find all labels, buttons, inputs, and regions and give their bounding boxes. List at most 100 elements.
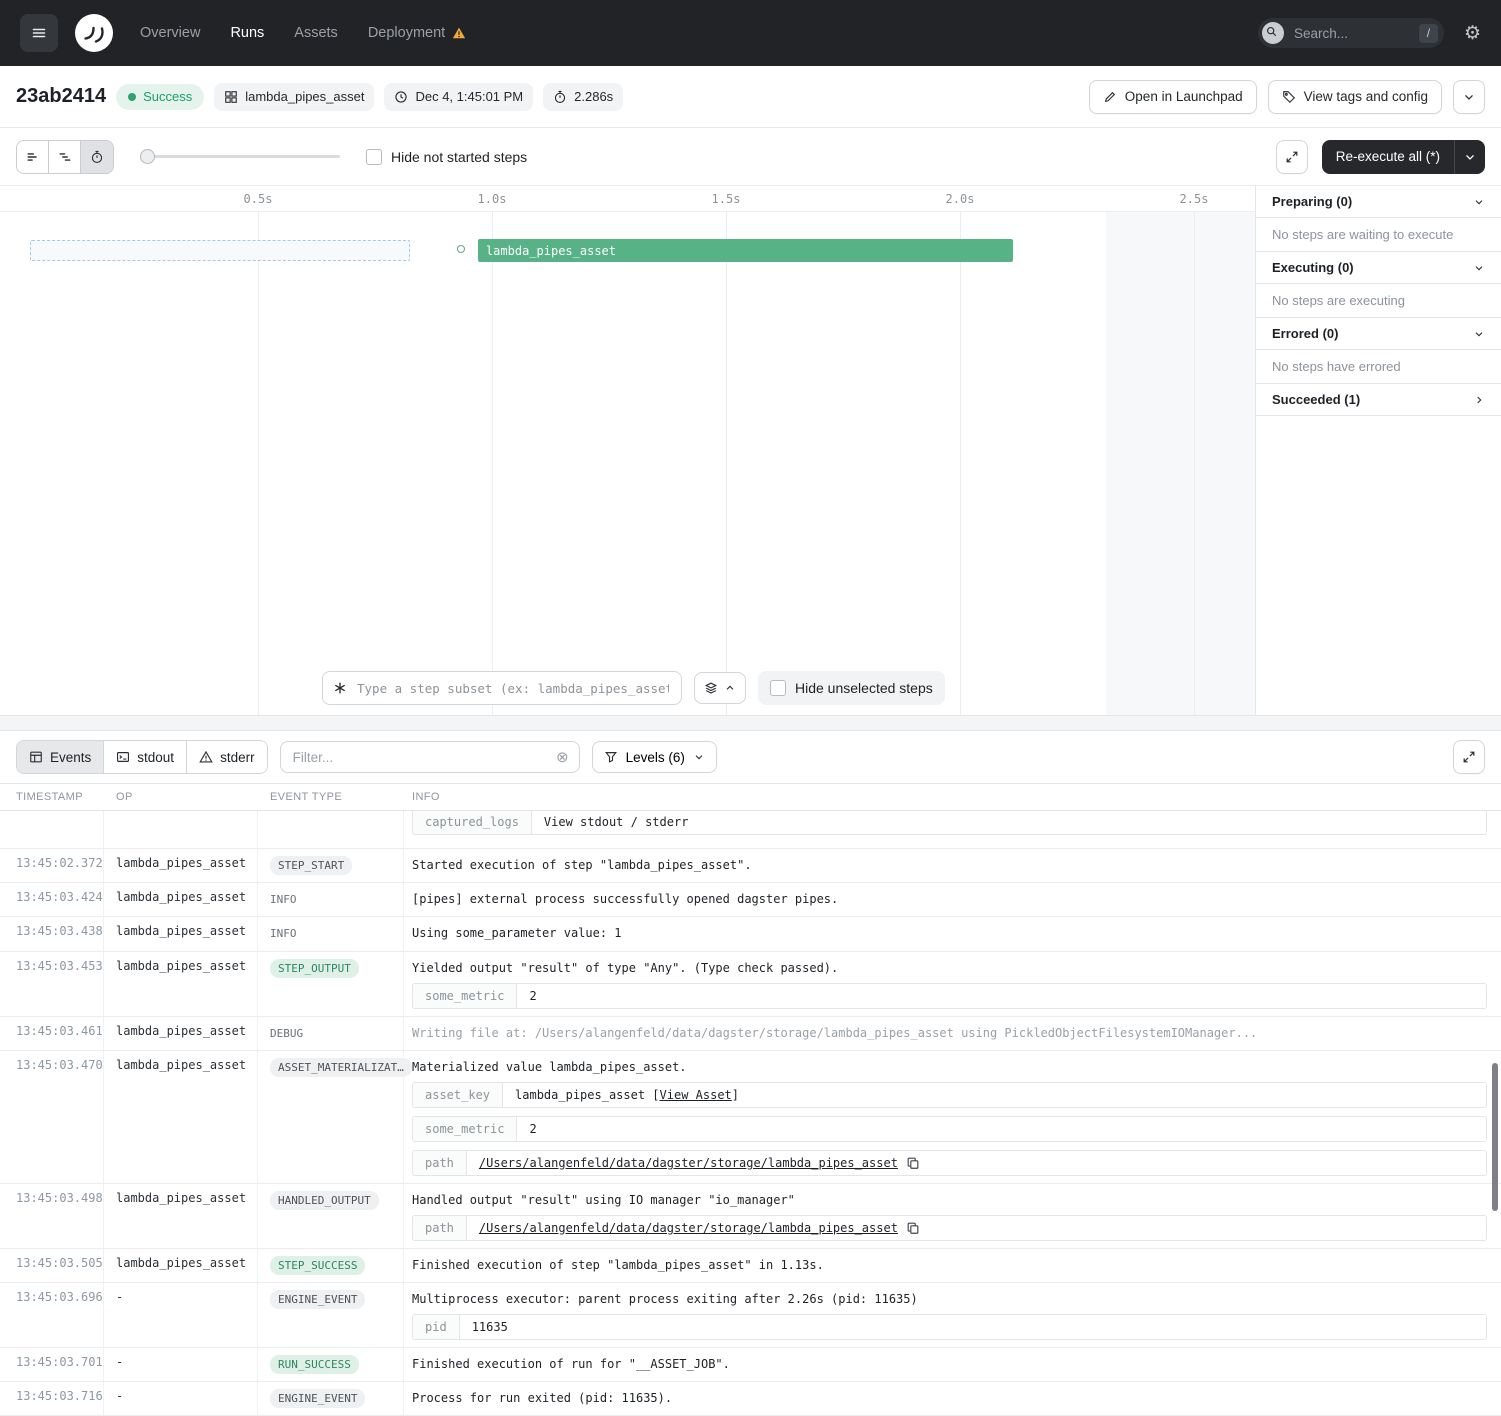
event-type-badge: DEBUG [270, 1024, 303, 1043]
table-row[interactable]: 13:45:03.424lambda_pipes_assetINFO[pipes… [0, 883, 1501, 917]
log-info: Finished execution of run for "__ASSET_J… [404, 1348, 1501, 1381]
run-id: 23ab2414 [16, 85, 106, 108]
table-row[interactable]: 13:45:03.701-RUN_SUCCESSFinished executi… [0, 1348, 1501, 1382]
log-timestamp: 13:45:03.696 [0, 1283, 104, 1347]
nav-item-deployment[interactable]: Deployment [368, 25, 466, 41]
graph-query-toggle-button[interactable] [694, 672, 746, 704]
path-link[interactable]: /Users/alangenfeld/data/dagster/storage/… [479, 1221, 898, 1235]
flat-list-icon [26, 150, 40, 164]
nav-item-overview[interactable]: Overview [140, 25, 200, 41]
table-row[interactable]: 13:45:03.696-ENGINE_EVENT Multiprocess ex… [0, 1283, 1501, 1348]
log-timestamp: 13:45:03.470 [0, 1051, 104, 1183]
log-filter-input[interactable] [291, 749, 548, 766]
nested-list-icon [58, 150, 72, 164]
view-mode-waterfall-button[interactable] [49, 141, 81, 173]
table-row[interactable]: 13:45:03.498lambda_pipes_assetHANDLED_OU… [0, 1184, 1501, 1249]
status-dot-icon [128, 93, 136, 101]
sidebar-section-header-3[interactable]: Succeeded (1) [1256, 384, 1501, 416]
log-timestamp: 13:45:03.438 [0, 917, 104, 950]
chevron-down-icon [1463, 150, 1477, 164]
table-row[interactable]: 13:45:02.372lambda_pipes_assetSTEP_START… [0, 849, 1501, 883]
log-message: Finished execution of run for "__ASSET_J… [412, 1357, 1487, 1371]
hide-unselected-checkbox[interactable] [770, 680, 786, 696]
table-row[interactable]: 13:45:03.461lambda_pipes_assetDEBUGWriti… [0, 1017, 1501, 1051]
logs-fullscreen-button[interactable] [1453, 740, 1485, 774]
zoom-slider-track [140, 155, 340, 158]
menu-button[interactable] [20, 14, 58, 52]
open-launchpad-button[interactable]: Open in Launchpad [1089, 80, 1257, 114]
sidebar-section-header-2[interactable]: Errored (0) [1256, 318, 1501, 350]
step-subset-inputbox[interactable] [322, 671, 682, 705]
expand-icon [1285, 150, 1299, 164]
sidebar-section-header-1[interactable]: Executing (0) [1256, 252, 1501, 284]
reexecute-dropdown-toggle[interactable] [1455, 150, 1485, 164]
zoom-slider[interactable] [140, 149, 340, 165]
after-run-region [1106, 212, 1255, 715]
table-row[interactable]: 13:45:03.453lambda_pipes_assetSTEP_OUTPU… [0, 952, 1501, 1017]
warning-icon [199, 750, 213, 764]
view-mode-segmented [16, 140, 114, 174]
metadata-label: pid [413, 1315, 460, 1339]
metadata-tag: asset_keylambda_pipes_asset [View Asset] [412, 1082, 1487, 1108]
search-input[interactable] [1292, 25, 1411, 42]
table-row[interactable]: 13:45:03.470lambda_pipes_assetASSET_MATE… [0, 1051, 1501, 1184]
step-subset-input[interactable] [355, 680, 671, 697]
log-timestamp: 13:45:03.461 [0, 1017, 104, 1050]
log-filter-box[interactable]: ⊗ [280, 741, 580, 773]
log-event-type: ENGINE_EVENT [258, 1283, 404, 1347]
view-asset-link[interactable]: View Asset [660, 1088, 732, 1102]
table-row[interactable]: captured_logsView stdout / stderr [0, 811, 1501, 849]
log-message: Multiprocess executor: parent process ex… [412, 1292, 1487, 1306]
zoom-slider-knob[interactable] [140, 149, 155, 164]
copy-icon[interactable] [906, 1156, 920, 1170]
tab-stderr[interactable]: stderr [187, 741, 267, 773]
asset-chip[interactable]: lambda_pipes_asset [214, 83, 374, 111]
log-event-type: STEP_OUTPUT [258, 952, 404, 1016]
hide-not-started-checkbox[interactable] [366, 149, 382, 165]
sidebar-section-body: No steps are executing [1256, 284, 1501, 318]
gantt-fullscreen-button[interactable] [1276, 140, 1308, 174]
log-timestamp: 13:45:03.716 [0, 1382, 104, 1415]
copy-icon[interactable] [906, 1221, 920, 1235]
log-info: Finished execution of step "lambda_pipes… [404, 1249, 1501, 1282]
view-mode-timed-button[interactable] [81, 141, 113, 173]
event-type-badge: HANDLED_OUTPUT [270, 1191, 379, 1210]
run-datetime: Dec 4, 1:45:01 PM [415, 89, 523, 104]
metadata-label: asset_key [413, 1083, 503, 1107]
log-timestamp: 13:45:03.498 [0, 1184, 104, 1248]
status-badge: Success [116, 84, 204, 110]
op-selector-icon [333, 681, 347, 695]
hide-not-started-checkbox-row[interactable]: Hide not started steps [366, 149, 527, 165]
nav-item-assets[interactable]: Assets [294, 25, 338, 41]
search-box[interactable]: / [1258, 18, 1444, 48]
metadata-label: some_metric [413, 1117, 517, 1141]
path-link[interactable]: /Users/alangenfeld/data/dagster/storage/… [479, 1156, 898, 1170]
hide-unselected-checkbox-row[interactable]: Hide unselected steps [758, 671, 945, 705]
table-row[interactable]: 13:45:03.505lambda_pipes_assetSTEP_SUCCE… [0, 1249, 1501, 1283]
table-row[interactable]: 13:45:03.438lambda_pipes_assetINFOUsing … [0, 917, 1501, 951]
log-op: - [104, 1283, 258, 1347]
tab-events[interactable]: Events [17, 741, 104, 773]
step-bar[interactable]: lambda_pipes_asset [478, 239, 1013, 262]
metadata-label: path [413, 1151, 467, 1175]
log-info: [pipes] external process successfully op… [404, 883, 1501, 916]
metadata-value: 2 [517, 1117, 1486, 1141]
reexecute-all-button[interactable]: Re-execute all (*) [1322, 140, 1485, 174]
metadata-value: 11635 [460, 1315, 1486, 1339]
levels-filter-button[interactable]: Levels (6) [592, 741, 717, 773]
sidebar-section-header-0[interactable]: Preparing (0) [1256, 186, 1501, 218]
panel-divider[interactable] [0, 715, 1501, 731]
layers-icon [704, 681, 718, 695]
log-op: lambda_pipes_asset [104, 849, 258, 882]
run-more-actions-button[interactable] [1453, 80, 1485, 114]
clear-filter-icon[interactable]: ⊗ [556, 750, 569, 765]
view-tags-config-button[interactable]: View tags and config [1268, 80, 1442, 114]
nav-item-runs[interactable]: Runs [230, 25, 264, 41]
scrollbar-thumb[interactable] [1492, 1063, 1498, 1211]
axis-tick-label: 1.5s [712, 192, 741, 206]
view-mode-flat-button[interactable] [17, 141, 49, 173]
tab-stdout[interactable]: stdout [104, 741, 187, 773]
table-row[interactable]: 13:45:03.716-ENGINE_EVENTProcess for run… [0, 1382, 1501, 1416]
settings-gear-icon[interactable]: ⚙ [1464, 24, 1481, 43]
warning-icon [452, 26, 466, 40]
